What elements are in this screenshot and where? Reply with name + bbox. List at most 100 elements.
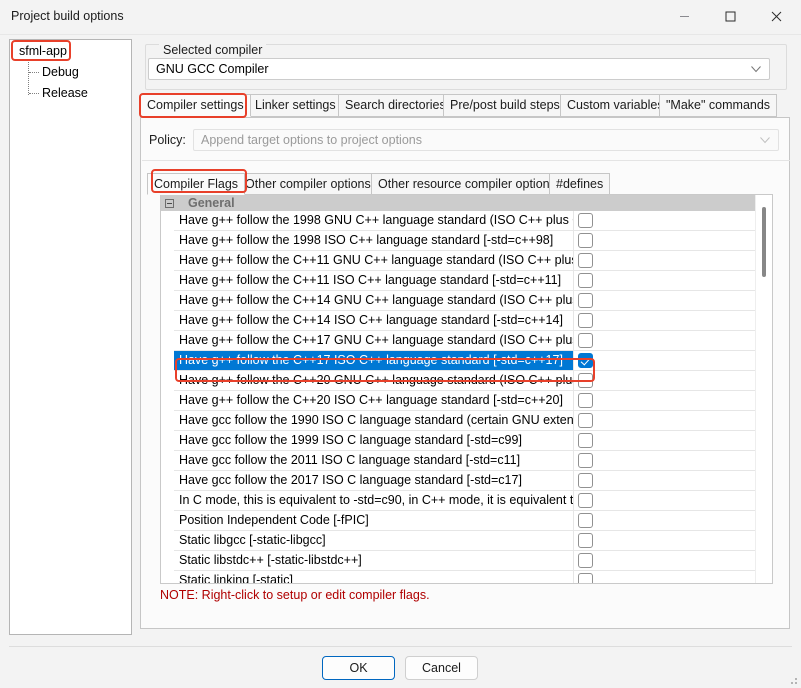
table-row[interactable]: Have g++ follow the C++17 GNU C++ langua… [174,331,757,351]
checkbox-unchecked[interactable] [578,313,593,328]
tree-item-debug[interactable]: Debug [42,65,79,79]
table-row[interactable]: Position Independent Code [-fPIC] [174,511,757,531]
flag-checkbox-cell[interactable] [574,531,757,550]
table-row[interactable]: Have g++ follow the 1998 GNU C++ languag… [174,211,757,231]
flag-checkbox-cell[interactable] [574,231,757,250]
flag-checkbox-cell[interactable] [574,371,757,390]
table-row[interactable]: Have g++ follow the C++11 GNU C++ langua… [174,251,757,271]
flag-checkbox-cell[interactable] [574,451,757,470]
checkbox-unchecked[interactable] [578,393,593,408]
subtab-other-resource-compiler-options[interactable]: Other resource compiler options [371,173,563,195]
flag-checkbox-cell[interactable] [574,351,757,370]
flag-label-cell[interactable]: Static libgcc [-static-libgcc] [174,531,574,550]
ok-button[interactable]: OK [322,656,395,680]
flag-checkbox-cell[interactable] [574,271,757,290]
checkbox-unchecked[interactable] [578,573,593,584]
flag-label-cell[interactable]: Have gcc follow the 1999 ISO C language … [174,431,574,450]
checkbox-unchecked[interactable] [578,213,593,228]
flag-checkbox-cell[interactable] [574,511,757,530]
table-row[interactable]: Have g++ follow the C++20 ISO C++ langua… [174,391,757,411]
table-row[interactable]: Have g++ follow the C++17 ISO C++ langua… [174,351,757,371]
flag-checkbox-cell[interactable] [574,331,757,350]
list-scrollbar-thumb[interactable] [762,207,766,277]
flag-checkbox-cell[interactable] [574,311,757,330]
tab-custom-variables[interactable]: Custom variables [560,94,671,117]
tab-prepost-build-steps[interactable]: Pre/post build steps [443,94,567,117]
resize-grip[interactable] [788,675,798,685]
checkbox-unchecked[interactable] [578,253,593,268]
minimize-button[interactable] [661,0,707,33]
flag-checkbox-cell[interactable] [574,391,757,410]
cancel-button[interactable]: Cancel [405,656,478,680]
flag-checkbox-cell[interactable] [574,411,757,430]
flag-label-cell[interactable]: Static linking [-static] [174,571,574,584]
flag-label-cell[interactable]: Have gcc follow the 1990 ISO C language … [174,411,574,430]
table-row[interactable]: Have gcc follow the 1990 ISO C language … [174,411,757,431]
table-row[interactable]: Have g++ follow the C++14 GNU C++ langua… [174,291,757,311]
table-row[interactable]: Have g++ follow the C++14 ISO C++ langua… [174,311,757,331]
collapse-icon[interactable] [165,199,174,208]
target-tree[interactable]: sfml-app Debug Release [9,39,132,635]
flag-label-cell[interactable]: Have g++ follow the C++14 ISO C++ langua… [174,311,574,330]
flag-label-cell[interactable]: Have g++ follow the C++20 GNU C++ langua… [174,371,574,390]
checkbox-unchecked[interactable] [578,513,593,528]
tab-make-commands[interactable]: "Make" commands [659,94,777,117]
checkbox-unchecked[interactable] [578,473,593,488]
close-button[interactable] [753,0,799,33]
table-row[interactable]: Have g++ follow the 1998 ISO C++ languag… [174,231,757,251]
flag-checkbox-cell[interactable] [574,491,757,510]
flag-checkbox-cell[interactable] [574,251,757,270]
flag-checkbox-cell[interactable] [574,291,757,310]
table-row[interactable]: In C mode, this is equivalent to -std=c9… [174,491,757,511]
flag-label-cell[interactable]: In C mode, this is equivalent to -std=c9… [174,491,574,510]
checkbox-unchecked[interactable] [578,553,593,568]
flag-checkbox-cell[interactable] [574,471,757,490]
checkbox-unchecked[interactable] [578,493,593,508]
checkbox-unchecked[interactable] [578,453,593,468]
flag-checkbox-cell[interactable] [574,431,757,450]
policy-select[interactable]: Append target options to project options [193,129,779,151]
list-group-header[interactable]: General [161,195,757,211]
checkbox-checked[interactable] [578,353,593,368]
compiler-select[interactable]: GNU GCC Compiler [148,58,770,80]
checkbox-unchecked[interactable] [578,273,593,288]
flag-label-cell[interactable]: Have g++ follow the C++20 ISO C++ langua… [174,391,574,410]
compiler-flags-list[interactable]: General Have g++ follow the 1998 GNU C++… [160,194,773,584]
flag-label-cell[interactable]: Have g++ follow the C++11 ISO C++ langua… [174,271,574,290]
list-scrollbar[interactable] [755,195,772,583]
flag-label-cell[interactable]: Have g++ follow the C++17 ISO C++ langua… [174,351,574,370]
table-row[interactable]: Have g++ follow the C++11 ISO C++ langua… [174,271,757,291]
tab-linker-settings[interactable]: Linker settings [248,94,343,117]
checkbox-unchecked[interactable] [578,433,593,448]
subtab-compiler-flags[interactable]: Compiler Flags [147,173,245,195]
checkbox-unchecked[interactable] [578,373,593,388]
flag-label-cell[interactable]: Have g++ follow the 1998 GNU C++ languag… [174,211,574,230]
flag-checkbox-cell[interactable] [574,551,757,570]
flag-label-cell[interactable]: Position Independent Code [-fPIC] [174,511,574,530]
table-row[interactable]: Have gcc follow the 2011 ISO C language … [174,451,757,471]
flag-label-cell[interactable]: Have g++ follow the C++17 GNU C++ langua… [174,331,574,350]
subtab-defines[interactable]: #defines [549,173,610,195]
maximize-button[interactable] [707,0,753,33]
tab-compiler-settings[interactable]: Compiler settings [140,94,251,117]
table-row[interactable]: Have gcc follow the 1999 ISO C language … [174,431,757,451]
checkbox-unchecked[interactable] [578,533,593,548]
checkbox-unchecked[interactable] [578,333,593,348]
checkbox-unchecked[interactable] [578,293,593,308]
tree-item-project[interactable]: sfml-app [19,44,67,58]
flag-label-cell[interactable]: Have g++ follow the 1998 ISO C++ languag… [174,231,574,250]
flag-checkbox-cell[interactable] [574,211,757,230]
flag-label-cell[interactable]: Have gcc follow the 2017 ISO C language … [174,471,574,490]
table-row[interactable]: Have gcc follow the 2017 ISO C language … [174,471,757,491]
table-row[interactable]: Static libgcc [-static-libgcc] [174,531,757,551]
table-row[interactable]: Static libstdc++ [-static-libstdc++] [174,551,757,571]
flag-checkbox-cell[interactable] [574,571,757,584]
flag-label-cell[interactable]: Have g++ follow the C++14 GNU C++ langua… [174,291,574,310]
flag-label-cell[interactable]: Have gcc follow the 2011 ISO C language … [174,451,574,470]
subtab-other-compiler-options[interactable]: Other compiler options [238,173,378,195]
table-row[interactable]: Have g++ follow the C++20 GNU C++ langua… [174,371,757,391]
tree-item-release[interactable]: Release [42,86,88,100]
tab-search-directories[interactable]: Search directories [338,94,453,117]
flag-label-cell[interactable]: Have g++ follow the C++11 GNU C++ langua… [174,251,574,270]
checkbox-unchecked[interactable] [578,233,593,248]
